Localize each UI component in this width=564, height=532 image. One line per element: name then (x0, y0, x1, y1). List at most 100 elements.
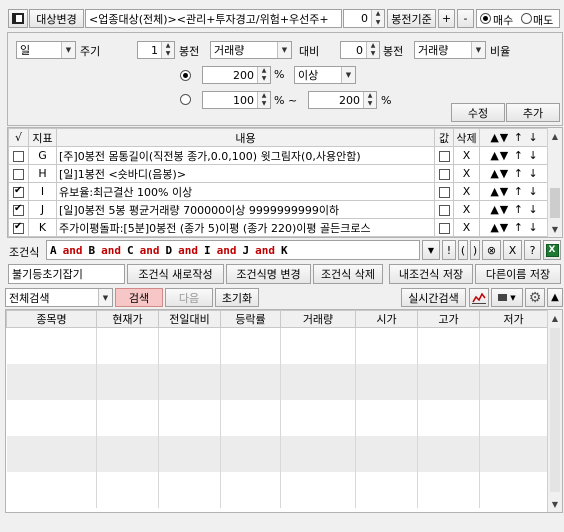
move-down-icon[interactable]: ↓ (528, 185, 538, 198)
results-column-header[interactable]: 종목명 (6, 310, 97, 328)
scroll-down-icon[interactable]: ▼ (548, 496, 562, 512)
search-scope-select[interactable]: 전체검색 ▼ (5, 288, 113, 307)
formula-op-button[interactable]: ? (524, 240, 541, 260)
move-up-icon[interactable]: ↑ (514, 167, 524, 180)
spinner-arrows[interactable]: ▲ ▼ (257, 67, 270, 83)
row-delete-button[interactable]: X (453, 182, 480, 201)
results-column-header[interactable]: 등락률 (220, 310, 281, 328)
delete-condition-button[interactable]: 조건식 삭제 (313, 264, 383, 284)
condition-row[interactable]: H [일]1봉전 <숏바디(음봉)> X ▲▼ ↑ ↓ (8, 164, 550, 183)
results-column-header[interactable]: 고가 (417, 310, 480, 328)
option1-spinner[interactable]: 200 ▲ ▼ (202, 66, 271, 84)
table-row[interactable] (6, 417, 548, 436)
window-icon-button[interactable] (8, 9, 28, 28)
formula-input[interactable]: Aand Band Cand Dand Iand Jand K (46, 240, 420, 260)
row-checkbox[interactable] (13, 203, 24, 216)
results-scrollbar[interactable]: ▲ ▼ (547, 310, 562, 512)
move-bottom-icon[interactable]: ▼ (500, 185, 509, 198)
row-value-checkbox[interactable] (438, 168, 450, 180)
move-up-icon[interactable]: ↑ (514, 185, 524, 198)
move-up-icon[interactable]: ↑ (514, 203, 524, 216)
next-button[interactable]: 다음 (165, 288, 213, 307)
table-row[interactable] (6, 363, 548, 382)
metric2-select[interactable]: 거래량 ▼ (414, 41, 486, 59)
target-change-button[interactable]: 대상변경 (29, 9, 84, 28)
scroll-thumb[interactable] (550, 188, 560, 218)
bar-offset-spinner[interactable]: 0 ▲ ▼ (343, 9, 385, 28)
row-delete-button[interactable]: X (453, 200, 480, 219)
formula-op-button[interactable]: ( (458, 240, 468, 260)
row-delete-button[interactable]: X (453, 146, 480, 165)
scroll-up-icon[interactable]: ▲ (548, 310, 562, 326)
row-checkbox[interactable] (13, 221, 24, 234)
scroll-track[interactable] (550, 328, 560, 492)
move-top-icon[interactable]: ▲ (490, 149, 499, 162)
move-down-icon[interactable]: ↓ (528, 167, 538, 180)
save-my-condition-button[interactable]: 내조건식 저장 (389, 264, 473, 284)
move-top-icon[interactable]: ▲ (490, 167, 499, 180)
view-menu-button[interactable]: ▼ (491, 288, 523, 307)
buy-radio[interactable] (480, 13, 491, 24)
condition-row[interactable]: K주가이평돌파:[5분]0봉전 (종가 5)이평 (종가 220)이평 골든크로… (8, 218, 550, 237)
row-checkbox[interactable] (13, 185, 24, 198)
table-row[interactable] (6, 435, 548, 454)
results-column-header[interactable]: 저가 (479, 310, 548, 328)
row-checkbox[interactable] (13, 168, 24, 180)
results-column-header[interactable]: 시가 (355, 310, 418, 328)
table-row[interactable] (6, 471, 548, 490)
move-up-icon[interactable]: ↑ (514, 221, 524, 234)
formula-op-button[interactable]: X (503, 240, 522, 260)
bar-basis-button[interactable]: 봉전기준 (387, 9, 436, 28)
edit-button[interactable]: 수정 (451, 103, 505, 122)
condition-row[interactable]: J[일]0봉전 5봉 평균거래량 700000이상 9999999999이하X▲… (8, 200, 550, 219)
move-up-icon[interactable]: ↑ (514, 149, 524, 162)
option1-radio[interactable] (180, 70, 191, 81)
spinner-arrows[interactable]: ▲ ▼ (371, 10, 384, 27)
formula-op-button[interactable]: ⊗ (482, 240, 501, 260)
bar2-spinner[interactable]: 0 ▲ ▼ (340, 41, 380, 59)
row-delete-button[interactable]: X (453, 218, 480, 237)
move-bottom-icon[interactable]: ▼ (500, 149, 509, 162)
period-select[interactable]: 일 ▼ (16, 41, 76, 59)
spinner-arrows[interactable]: ▲ ▼ (363, 92, 376, 108)
collapse-button[interactable]: ▲ (547, 288, 563, 307)
move-down-icon[interactable]: ↓ (528, 203, 538, 216)
excel-button[interactable]: X (543, 240, 561, 260)
condition-name-field[interactable]: 불기등초기잡기 (8, 264, 125, 284)
option1-condition-select[interactable]: 이상 ▼ (294, 66, 356, 84)
row-value-checkbox[interactable] (438, 150, 450, 162)
row-value-checkbox[interactable] (438, 186, 450, 198)
bar1-spinner[interactable]: 1 ▲ ▼ (137, 41, 175, 59)
conditions-scrollbar[interactable]: ▲ ▼ (547, 128, 562, 237)
move-bottom-icon[interactable]: ▼ (500, 221, 509, 234)
add-button[interactable]: 추가 (506, 103, 560, 122)
spinner-arrows[interactable]: ▲ ▼ (257, 92, 270, 108)
metric1-select[interactable]: 거래량 ▼ (210, 41, 292, 59)
search-button[interactable]: 검색 (115, 288, 163, 307)
move-down-icon[interactable]: ↓ (528, 221, 538, 234)
settings-button[interactable]: ⚙ (525, 288, 545, 307)
option2-radio[interactable] (180, 94, 191, 105)
table-row[interactable] (6, 327, 548, 346)
chart-button[interactable] (469, 288, 489, 307)
formula-dropdown-button[interactable]: ▼ (422, 240, 440, 260)
table-row[interactable] (6, 453, 548, 472)
row-value-checkbox[interactable] (438, 222, 450, 234)
plus-button[interactable]: + (438, 9, 455, 28)
row-checkbox[interactable] (13, 150, 24, 162)
move-down-icon[interactable]: ↓ (528, 149, 538, 162)
move-bottom-icon[interactable]: ▼ (500, 203, 509, 216)
spinner-arrows[interactable]: ▲ ▼ (161, 42, 174, 58)
table-row[interactable] (6, 381, 548, 400)
reset-button[interactable]: 초기화 (215, 288, 259, 307)
condition-row[interactable]: I유보율:최근결산 100% 이상X▲▼ ↑ ↓ (8, 182, 550, 201)
formula-op-button[interactable]: ) (470, 240, 480, 260)
move-bottom-icon[interactable]: ▼ (500, 167, 509, 180)
scroll-up-icon[interactable]: ▲ (548, 128, 562, 144)
realtime-search-button[interactable]: 실시간검색 (401, 288, 466, 307)
scroll-down-icon[interactable]: ▼ (548, 221, 562, 237)
option2-from-spinner[interactable]: 100 ▲ ▼ (202, 91, 271, 109)
save-as-button[interactable]: 다른이름 저장 (475, 264, 561, 284)
option2-to-spinner[interactable]: 200 ▲ ▼ (308, 91, 377, 109)
move-top-icon[interactable]: ▲ (490, 185, 499, 198)
